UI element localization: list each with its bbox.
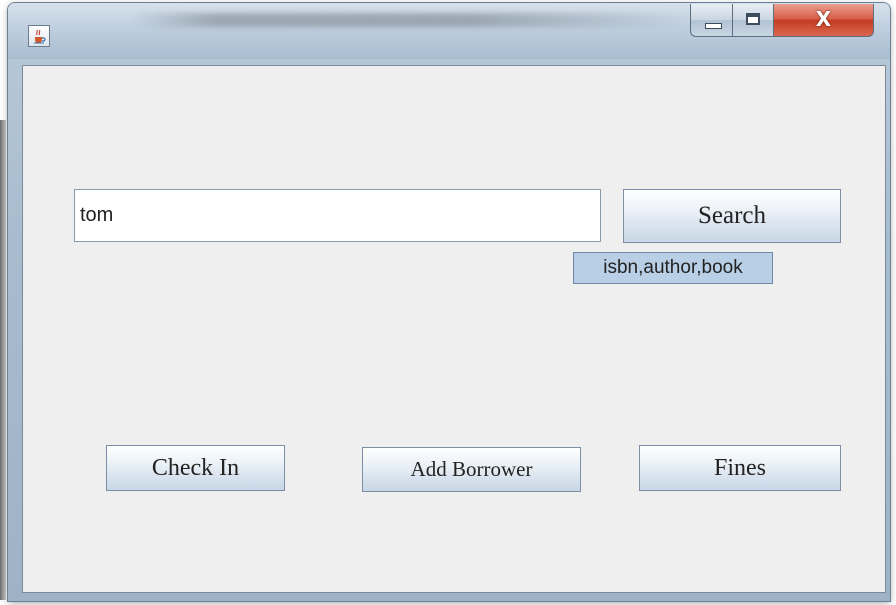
search-button[interactable]: Search xyxy=(623,189,841,243)
window-controls: X xyxy=(690,4,874,38)
fines-button[interactable]: Fines xyxy=(639,445,841,491)
close-button[interactable]: X xyxy=(773,4,874,37)
search-tooltip: isbn,author,book xyxy=(573,252,773,284)
maximize-icon xyxy=(746,13,760,25)
close-icon: X xyxy=(815,7,832,31)
minimize-icon xyxy=(705,23,722,29)
java-cup-icon[interactable] xyxy=(28,25,50,47)
application-window: X xyxy=(8,3,890,601)
content-panel xyxy=(22,65,886,593)
window-title-obscured xyxy=(133,13,693,27)
search-input[interactable] xyxy=(74,189,601,242)
check-in-button[interactable]: Check In xyxy=(106,445,285,491)
title-bar[interactable]: X xyxy=(8,3,890,59)
maximize-button[interactable] xyxy=(732,4,774,37)
minimize-button[interactable] xyxy=(690,4,733,37)
add-borrower-button[interactable]: Add Borrower xyxy=(362,447,581,492)
desktop-background-edge xyxy=(0,120,6,600)
